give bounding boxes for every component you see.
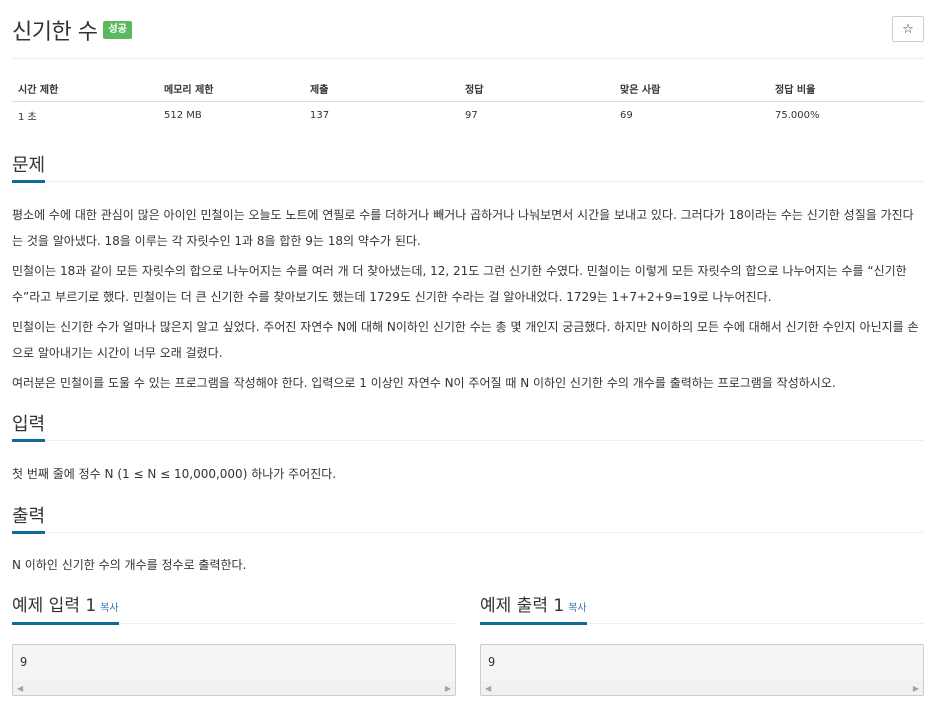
title-divider: [12, 58, 924, 59]
copy-sample-output-link[interactable]: 복사: [568, 603, 586, 614]
scroll-left-icon[interactable]: ◀: [17, 684, 23, 693]
sample-input-box[interactable]: 9 ◀ ▶: [12, 644, 456, 696]
star-button[interactable]: ☆: [892, 16, 924, 42]
problem-heading: 문제: [12, 154, 46, 183]
header-solved-users: 맞은 사람: [614, 76, 769, 102]
value-memory-limit: 512 MB: [164, 110, 202, 122]
sample-output-title: 예제 출력 1: [480, 596, 565, 616]
output-description: N 이하인 신기한 수의 개수를 정수로 출력한다.: [12, 558, 247, 572]
input-description: 첫 번째 줄에 정수 N (1 ≤ N ≤ 10,000,000) 하나가 주어…: [12, 467, 337, 481]
sample-input-value: 9: [20, 655, 28, 669]
horizontal-scrollbar[interactable]: ◀ ▶: [481, 681, 923, 695]
header-time-limit: 시간 제한: [12, 76, 158, 102]
problem-title: 신기한 수: [12, 20, 98, 45]
value-accept-ratio: 75.000%: [775, 110, 820, 122]
problem-info-table: 시간 제한 메모리 제한 제출 정답 맞은 사람 정답 비율 1 초 512 M…: [12, 76, 924, 130]
problem-paragraph: 민철이는 18과 같이 모든 자릿수의 합으로 나누어지는 수를 여러 개 더 …: [12, 264, 907, 304]
sample-input-heading: 예제 입력 1 복사: [12, 594, 119, 625]
header-accepted: 정답: [459, 76, 614, 102]
scroll-right-icon[interactable]: ▶: [445, 684, 451, 693]
sample-input-title: 예제 입력 1: [12, 596, 97, 616]
star-icon: ☆: [902, 21, 914, 37]
copy-sample-input-link[interactable]: 복사: [100, 603, 118, 614]
header-accept-ratio: 정답 비율: [769, 76, 924, 102]
problem-paragraph: 여러분은 민철이를 도울 수 있는 프로그램을 작성해야 한다. 입력으로 1 …: [12, 376, 836, 390]
sample-output-value: 9: [488, 655, 496, 669]
output-section-header: 출력: [12, 505, 924, 534]
value-submissions: 137: [310, 110, 330, 122]
sample-output-heading: 예제 출력 1 복사: [480, 594, 587, 625]
scroll-right-icon[interactable]: ▶: [913, 684, 919, 693]
value-accepted: 97: [465, 110, 478, 122]
scroll-left-icon[interactable]: ◀: [485, 684, 491, 693]
problem-section-header: 문제: [12, 154, 924, 183]
input-section-header: 입력: [12, 413, 924, 442]
status-badge: 성공: [103, 21, 132, 39]
info-value-row: 1 초 512 MB 137 97 69 75.000%: [12, 102, 924, 130]
header-memory-limit: 메모리 제한: [158, 76, 304, 102]
sample-input-header: 예제 입력 1 복사: [12, 594, 456, 625]
output-heading: 출력: [12, 505, 46, 534]
sample-output-header: 예제 출력 1 복사: [480, 594, 924, 625]
problem-paragraph: 민철이는 신기한 수가 얼마나 많은지 알고 싶었다. 주어진 자연수 N에 대…: [12, 320, 919, 360]
value-solved-users: 69: [620, 110, 633, 122]
horizontal-scrollbar[interactable]: ◀ ▶: [13, 681, 455, 695]
header-submissions: 제출: [304, 76, 459, 102]
title-row: 신기한 수 성공: [12, 14, 132, 46]
value-time-limit: 1 초: [18, 112, 37, 124]
info-header-row: 시간 제한 메모리 제한 제출 정답 맞은 사람 정답 비율: [12, 76, 924, 102]
sample-output-box[interactable]: 9 ◀ ▶: [480, 644, 924, 696]
input-heading: 입력: [12, 413, 46, 442]
problem-paragraph: 평소에 수에 대한 관심이 많은 아이인 민철이는 오늘도 노트에 연필로 수를…: [12, 208, 914, 248]
